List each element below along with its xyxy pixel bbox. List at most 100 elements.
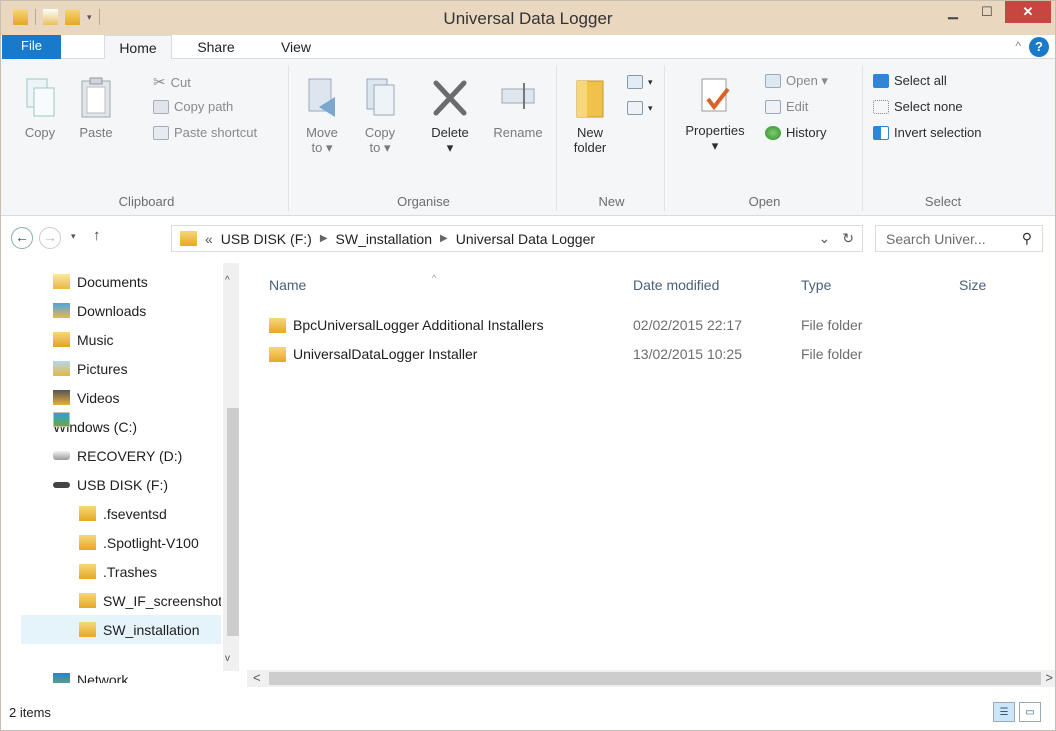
help-icon[interactable]: ? <box>1029 37 1049 57</box>
scroll-right-icon[interactable]: > <box>1045 670 1053 685</box>
folder-icon <box>79 535 96 550</box>
scroll-left-icon[interactable]: < <box>253 670 261 685</box>
chevron-right-icon[interactable]: ▶ <box>320 233 328 244</box>
folder-icon <box>269 317 286 333</box>
copy-button[interactable]: Copy <box>17 77 63 140</box>
column-header-type[interactable]: Type <box>801 271 831 299</box>
nav-pane-scrollbar[interactable]: ^ v <box>223 263 239 671</box>
details-view-button[interactable]: ☰ <box>993 702 1015 722</box>
nav-item-fseventsd[interactable]: .fseventsd <box>79 499 221 528</box>
address-overflow[interactable]: « <box>205 231 213 247</box>
column-header-date[interactable]: Date modified <box>633 271 719 299</box>
open-button[interactable]: Open ▾ <box>765 73 828 89</box>
horizontal-scrollbar[interactable]: < > <box>247 670 1055 687</box>
nav-item-usb-disk-f[interactable]: USB DISK (F:) <box>53 470 239 499</box>
search-input[interactable]: Search Univer... ⚲ <box>875 225 1043 252</box>
open-group: Properties ▾ Open ▾ Edit History Open <box>667 65 863 211</box>
search-icon[interactable]: ⚲ <box>1022 230 1032 247</box>
nav-item-sw-installation[interactable]: SW_installation <box>21 615 221 644</box>
rename-icon <box>501 83 535 109</box>
move-label: Move <box>306 125 338 140</box>
breadcrumb-current[interactable]: Universal Data Logger <box>456 231 595 247</box>
properties-icon <box>701 78 730 112</box>
breadcrumb-usb-disk[interactable]: USB DISK (F:) <box>221 231 312 247</box>
delete-dropdown-icon[interactable]: ▾ <box>447 140 454 155</box>
history-button[interactable]: History <box>765 125 826 140</box>
up-button[interactable]: ↑ <box>93 227 101 244</box>
nav-item-trashes[interactable]: .Trashes <box>79 557 221 586</box>
select-all-button[interactable]: Select all <box>873 73 947 88</box>
nav-label: .fseventsd <box>103 505 167 522</box>
tab-view[interactable]: View <box>265 35 327 60</box>
easy-access-button[interactable]: ▾ <box>627 101 653 115</box>
paste-shortcut-label: Paste shortcut <box>174 125 258 140</box>
nav-item-network[interactable]: Network <box>53 671 239 683</box>
breadcrumb-sw-installation[interactable]: SW_installation <box>336 231 433 247</box>
properties-dropdown-icon[interactable]: ▾ <box>712 138 719 153</box>
copy-path-button[interactable]: Copy path <box>153 99 233 114</box>
scroll-up-icon[interactable]: ^ <box>225 275 230 286</box>
move-to-icon <box>308 78 335 117</box>
invert-selection-icon <box>873 125 889 140</box>
nav-item-documents[interactable]: Documents <box>53 267 239 296</box>
nav-item-recovery-d[interactable]: RECOVERY (D:) <box>53 441 239 470</box>
file-name: UniversalDataLogger Installer <box>293 346 478 362</box>
move-to-button[interactable]: Move to ▾ <box>299 77 345 155</box>
folder-icon <box>79 564 96 579</box>
drive-icon <box>53 412 70 427</box>
nav-item-videos[interactable]: Videos <box>53 383 239 412</box>
delete-icon <box>433 80 467 116</box>
nav-item-pictures[interactable]: Pictures <box>53 354 239 383</box>
navigation-bar: ← → ▾ ↑ « USB DISK (F:) ▶ SW_installatio… <box>1 221 1055 255</box>
table-row[interactable]: BpcUniversalLogger Additional Installers… <box>259 313 899 337</box>
recent-locations-icon[interactable]: ▾ <box>71 231 76 242</box>
close-button[interactable]: ✕ <box>1005 1 1051 23</box>
new-folder-button[interactable]: New folder <box>565 77 615 155</box>
nav-item-sw-if-screenshots[interactable]: SW_IF_screenshots <box>79 586 221 615</box>
minimize-button[interactable]: ▁ <box>939 1 967 23</box>
folder-icon <box>79 593 96 608</box>
tab-share[interactable]: Share <box>186 35 246 60</box>
edit-button[interactable]: Edit <box>765 99 808 114</box>
column-header-name[interactable]: Name <box>269 271 306 299</box>
address-bar[interactable]: « USB DISK (F:) ▶ SW_installation ▶ Univ… <box>171 225 863 252</box>
new-item-button[interactable]: ▾ <box>627 75 653 89</box>
chevron-right-icon[interactable]: ▶ <box>440 233 448 244</box>
invert-selection-button[interactable]: Invert selection <box>873 125 981 140</box>
nav-label: .Spotlight-V100 <box>103 534 199 551</box>
delete-button[interactable]: Delete ▾ <box>421 77 479 155</box>
scrollbar-thumb[interactable] <box>269 672 1041 685</box>
organise-group-title: Organise <box>397 194 450 209</box>
maximize-button[interactable]: ☐ <box>969 1 1005 23</box>
paste-shortcut-button[interactable]: Paste shortcut <box>153 125 257 140</box>
nav-item-downloads[interactable]: Downloads <box>53 296 239 325</box>
properties-button[interactable]: Properties ▾ <box>677 77 753 153</box>
cut-button[interactable]: ✂ Cut <box>153 73 191 91</box>
rename-button[interactable]: Rename <box>489 77 547 140</box>
column-size-label: Size <box>959 277 987 293</box>
address-dropdown-icon[interactable]: ⌄ <box>819 230 831 247</box>
column-header-size[interactable]: Size <box>959 271 986 299</box>
nav-item-spotlight[interactable]: .Spotlight-V100 <box>79 528 221 557</box>
nav-item-music[interactable]: Music <box>53 325 239 354</box>
table-row[interactable]: UniversalDataLogger Installer 13/02/2015… <box>259 342 899 366</box>
tab-file[interactable]: File <box>2 35 61 60</box>
scroll-down-icon[interactable]: v <box>225 653 230 664</box>
large-icons-view-button[interactable]: ▭ <box>1019 702 1041 722</box>
nav-label: SW_installation <box>103 621 200 638</box>
select-all-label: Select all <box>894 73 947 88</box>
tab-home[interactable]: Home <box>104 35 172 60</box>
scrollbar-thumb[interactable] <box>227 408 239 636</box>
paste-button[interactable]: Paste <box>73 77 119 140</box>
select-none-button[interactable]: Select none <box>873 99 963 114</box>
edit-icon <box>765 99 781 114</box>
refresh-icon[interactable]: ↻ <box>842 230 854 247</box>
nav-item-windows-c[interactable]: Windows (C:) <box>53 412 239 441</box>
select-none-label: Select none <box>894 99 963 114</box>
minimize-ribbon-icon[interactable]: ^ <box>1015 39 1021 53</box>
copy-to-button[interactable]: Copy to ▾ <box>357 77 403 155</box>
nav-label: USB DISK (F:) <box>77 476 169 493</box>
back-button[interactable]: ← <box>11 227 33 249</box>
rename-label: Rename <box>493 125 543 140</box>
forward-button[interactable]: → <box>39 227 61 249</box>
